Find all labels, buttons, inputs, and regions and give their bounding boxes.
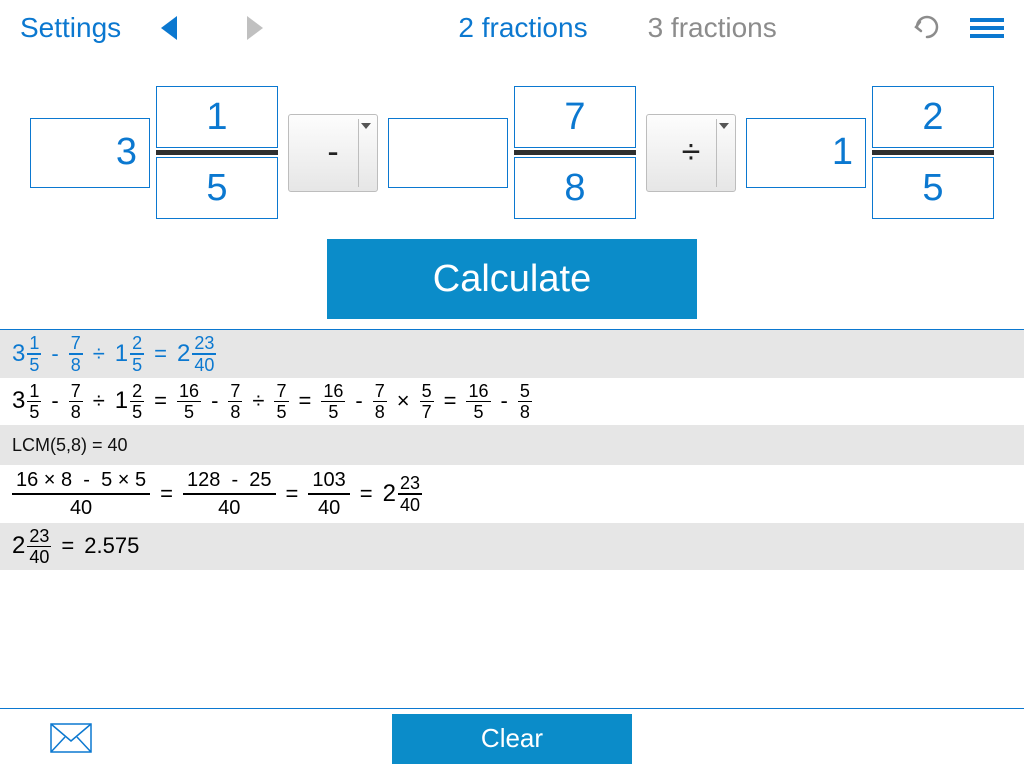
undo-icon[interactable] <box>912 13 942 44</box>
f1-frac: 1 5 <box>156 86 278 219</box>
tab-2-fractions[interactable]: 2 fractions <box>458 12 587 44</box>
tab-3-fractions[interactable]: 3 fractions <box>648 12 777 44</box>
fraction-3: 1 2 5 <box>746 86 994 219</box>
fraction-2: 7 8 <box>388 86 636 219</box>
header: Settings 2 fractions 3 fractions <box>0 0 1024 56</box>
decimal-result: 2.575 <box>84 533 139 559</box>
calculate-button[interactable]: Calculate <box>327 239 697 319</box>
f3-frac: 2 5 <box>872 86 994 219</box>
menu-icon[interactable] <box>970 18 1004 38</box>
f3-whole-input[interactable]: 1 <box>746 118 866 188</box>
result-row-2: 315 - 78 ÷ 125 = 165 - 78 ÷ 75 = 165 - 7… <box>0 378 1024 426</box>
nav-arrows <box>161 16 323 40</box>
fraction-1: 3 1 5 <box>30 86 278 219</box>
fraction-bar <box>514 150 636 155</box>
f1-whole-input[interactable]: 3 <box>30 118 150 188</box>
fraction-bar <box>156 150 278 155</box>
result-row-lcm: LCM(5,8) = 40 <box>0 425 1024 465</box>
footer: Clear <box>0 708 1024 768</box>
mail-icon[interactable] <box>50 723 92 758</box>
prev-arrow-icon[interactable] <box>161 16 177 40</box>
f3-numerator-input[interactable]: 2 <box>872 86 994 148</box>
f2-frac: 7 8 <box>514 86 636 219</box>
f2-numerator-input[interactable]: 7 <box>514 86 636 148</box>
fraction-bar <box>872 150 994 155</box>
f3-denominator-input[interactable]: 5 <box>872 157 994 219</box>
settings-link[interactable]: Settings <box>10 12 161 44</box>
f1-numerator-input[interactable]: 1 <box>156 86 278 148</box>
results-panel: 315 - 78 ÷ 125 = 22340 315 - 78 ÷ 125 = … <box>0 329 1024 570</box>
clear-button[interactable]: Clear <box>392 714 632 764</box>
result-row-1: 315 - 78 ÷ 125 = 22340 <box>0 330 1024 378</box>
f1-denominator-input[interactable]: 5 <box>156 157 278 219</box>
operator-2-select[interactable]: ÷ <box>646 114 736 192</box>
f2-denominator-input[interactable]: 8 <box>514 157 636 219</box>
result-row-4: 22340 = 2.575 <box>0 523 1024 571</box>
f2-whole-input[interactable] <box>388 118 508 188</box>
next-arrow-icon <box>247 16 263 40</box>
operator-1-select[interactable]: - <box>288 114 378 192</box>
tabs: 2 fractions 3 fractions <box>323 12 912 44</box>
fraction-inputs: 3 1 5 - 7 8 ÷ 1 2 5 <box>0 86 1024 219</box>
header-right <box>912 13 1014 44</box>
result-row-3: 16 × 8 - 5 × 540 = 128 - 2540 = 10340 = … <box>0 465 1024 523</box>
